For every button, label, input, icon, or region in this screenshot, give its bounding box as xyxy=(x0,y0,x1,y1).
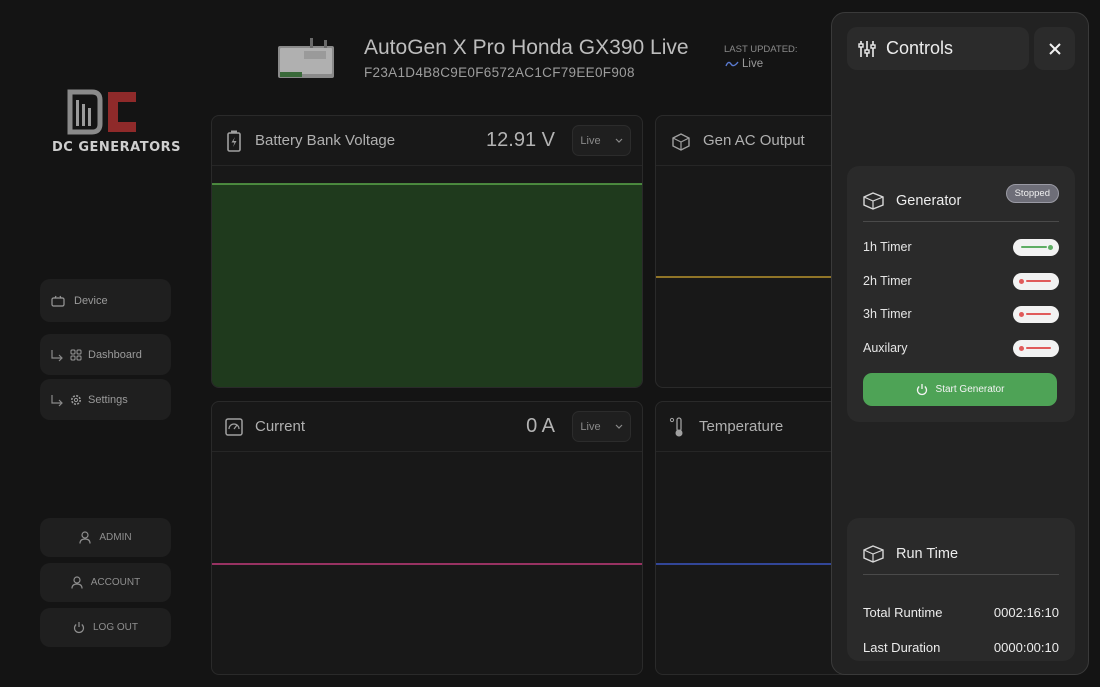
timer-label: 3h Timer xyxy=(863,307,912,321)
page-title: AutoGen X Pro Honda GX390 Live xyxy=(364,36,689,59)
total-runtime-row: Total Runtime 0002:16:10 xyxy=(863,605,1059,620)
submenu-arrow-icon xyxy=(51,349,63,361)
submenu-arrow-icon xyxy=(51,394,63,406)
sidebar-item-device[interactable]: Device xyxy=(40,279,171,322)
battery-voltage-value: 12.91 V xyxy=(486,129,555,151)
admin-button[interactable]: ADMIN xyxy=(40,518,171,557)
monitor-icon xyxy=(51,295,65,307)
start-generator-label: Start Generator xyxy=(935,384,1005,395)
controls-panel: Controls Generator Stopped 1h Timer 2h T… xyxy=(831,12,1089,675)
sliders-icon xyxy=(858,40,876,57)
close-button[interactable] xyxy=(1034,27,1075,70)
select-value: Live xyxy=(580,134,601,147)
brand-name: DC GENERATORS xyxy=(52,140,182,155)
card-title: Gen AC Output xyxy=(703,132,805,149)
card-header: Current 0 A Live xyxy=(212,402,642,452)
account-button[interactable]: ACCOUNT xyxy=(40,563,171,602)
logo-mark-icon xyxy=(67,89,136,135)
user-icon xyxy=(71,576,83,589)
temperature-card: Temperature xyxy=(655,401,855,675)
generator-title: Generator xyxy=(896,192,962,209)
card-header: Gen AC Output xyxy=(656,116,854,166)
battery-icon xyxy=(227,130,241,152)
timer-row-auxilary: Auxilary xyxy=(863,336,1059,360)
sidebar-item-settings[interactable]: Settings xyxy=(40,379,171,420)
logout-button[interactable]: LOG OUT xyxy=(40,608,171,647)
timer-3h-toggle[interactable] xyxy=(1013,305,1059,323)
generator-icon xyxy=(863,544,884,563)
last-duration-value: 0000:00:10 xyxy=(993,640,1059,655)
sidebar-item-dashboard[interactable]: Dashboard xyxy=(40,334,171,375)
timer-row-2h: 2h Timer xyxy=(863,269,1059,293)
auxilary-toggle[interactable] xyxy=(1013,339,1059,357)
logout-label: LOG OUT xyxy=(92,622,138,633)
gen-ac-output-card: Gen AC Output xyxy=(655,115,855,388)
temperature-chart xyxy=(656,453,854,674)
runtime-header: Run Time xyxy=(863,533,1059,575)
total-runtime-label: Total Runtime xyxy=(863,605,943,620)
timer-2h-toggle[interactable] xyxy=(1013,272,1059,290)
start-generator-button[interactable]: Start Generator xyxy=(863,373,1057,406)
runtime-title: Run Time xyxy=(896,545,959,562)
battery-voltage-card: Battery Bank Voltage 12.91 V Live xyxy=(211,115,643,388)
sidebar-item-label: Settings xyxy=(88,393,128,406)
user-icon xyxy=(79,531,91,544)
power-icon xyxy=(73,622,85,634)
generator-icon xyxy=(672,132,690,151)
generator-header: Generator Stopped xyxy=(863,182,1059,222)
battery-chart xyxy=(212,167,642,387)
current-card: Current 0 A Live xyxy=(211,401,643,675)
runtime-card: Run Time Total Runtime 0002:16:10 Last D… xyxy=(847,518,1075,661)
account-label: ACCOUNT xyxy=(90,577,141,588)
sidebar-item-label: Dashboard xyxy=(88,348,142,361)
status-badge: Stopped xyxy=(1005,184,1059,203)
controls-title: Controls xyxy=(886,38,954,58)
select-value: Live xyxy=(580,420,601,433)
card-title: Temperature xyxy=(699,418,784,435)
meter-icon xyxy=(225,417,243,436)
live-wave-icon xyxy=(725,61,739,67)
live-status-text: Live xyxy=(742,58,764,70)
card-title: Battery Bank Voltage xyxy=(255,132,396,149)
live-status: Live xyxy=(725,58,763,70)
current-value: 0 A xyxy=(526,415,555,437)
device-id: F23A1D4B8C9E0F6572AC1CF79EE0F908 xyxy=(364,65,635,80)
card-title: Current xyxy=(255,418,306,435)
admin-label: ADMIN xyxy=(99,532,132,543)
timer-label: 1h Timer xyxy=(863,240,912,254)
current-chart xyxy=(212,453,642,674)
sidebar-item-label: Device xyxy=(74,294,108,307)
chevron-down-icon xyxy=(615,424,623,429)
grid-icon xyxy=(70,349,82,360)
thermometer-icon xyxy=(669,416,683,436)
controls-header: Controls xyxy=(847,27,1029,70)
chevron-down-icon xyxy=(615,138,623,143)
last-duration-label: Last Duration xyxy=(863,640,941,655)
ac-output-chart xyxy=(656,167,854,387)
card-header: Temperature xyxy=(656,402,854,452)
timer-row-1h: 1h Timer xyxy=(863,235,1059,259)
device-image xyxy=(274,36,338,82)
battery-area-fill xyxy=(212,184,642,387)
power-icon xyxy=(916,384,927,396)
generator-controller-icon xyxy=(278,38,334,78)
total-runtime-value: 0002:16:10 xyxy=(993,605,1059,620)
timer-1h-toggle[interactable] xyxy=(1013,238,1059,256)
battery-range-select[interactable]: Live xyxy=(572,125,631,156)
gear-icon xyxy=(71,394,81,405)
card-header: Battery Bank Voltage 12.91 V Live xyxy=(212,116,642,166)
generator-icon xyxy=(863,191,884,210)
close-icon xyxy=(1048,42,1061,55)
timer-label: 2h Timer xyxy=(863,274,912,288)
current-range-select[interactable]: Live xyxy=(572,411,631,442)
last-duration-row: Last Duration 0000:00:10 xyxy=(863,640,1059,655)
brand-logo: DC GENERATORS xyxy=(52,88,182,155)
timer-label: Auxilary xyxy=(863,341,908,355)
timer-row-3h: 3h Timer xyxy=(863,302,1059,326)
generator-card: Generator Stopped 1h Timer 2h Timer 3h T… xyxy=(847,166,1075,422)
last-updated-label: LAST UPDATED: xyxy=(724,44,798,55)
